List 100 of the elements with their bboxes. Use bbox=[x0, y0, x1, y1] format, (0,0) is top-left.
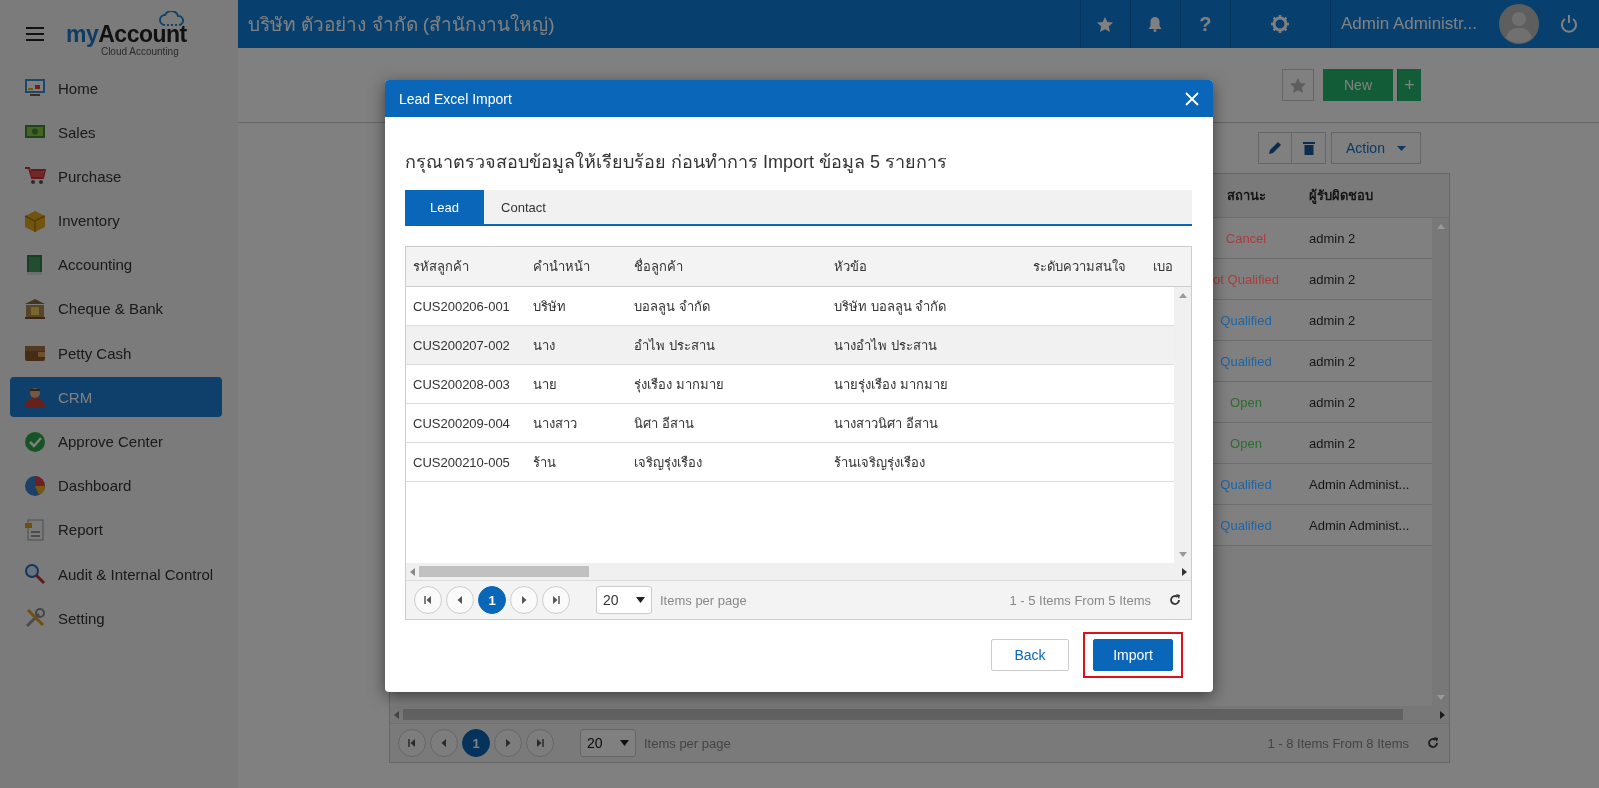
action-button[interactable]: Action bbox=[1331, 132, 1421, 164]
caret-down-icon bbox=[620, 740, 629, 746]
table-cell-text: Admin Administ... bbox=[1308, 476, 1411, 492]
sidebar-item[interactable]: Report bbox=[10, 509, 222, 550]
power-icon[interactable] bbox=[1561, 15, 1577, 33]
tab[interactable]: Contact bbox=[484, 190, 563, 224]
user-name[interactable]: Admin Administr... bbox=[1340, 14, 1477, 34]
table-cell-text: นิศา อีสาน bbox=[633, 414, 695, 433]
table-cell-text: admin 2 bbox=[1308, 271, 1357, 287]
sidebar-item[interactable]: Accounting bbox=[10, 244, 222, 285]
table-cell-text: อำไพ ประสาน bbox=[633, 336, 716, 355]
favorite-button[interactable] bbox=[1282, 69, 1314, 101]
table-cell-text: บริษัท bbox=[532, 297, 567, 316]
page-size-dropdown[interactable]: 20 bbox=[580, 729, 636, 757]
delete-button[interactable] bbox=[1292, 132, 1326, 164]
first-icon bbox=[407, 738, 417, 748]
scroll-left-icon bbox=[394, 710, 399, 719]
sidebar-item[interactable]: Purchase bbox=[10, 156, 222, 197]
bell-icon[interactable] bbox=[1148, 16, 1163, 32]
menu-icon[interactable] bbox=[26, 27, 44, 41]
import-button[interactable]: Import bbox=[1093, 639, 1173, 671]
sidebar-item[interactable]: Petty Cash bbox=[10, 333, 222, 374]
pager-previous-button[interactable] bbox=[430, 729, 458, 757]
status-cell-text: Qualified bbox=[1219, 353, 1273, 369]
sidebar-item[interactable]: Dashboard bbox=[10, 465, 222, 506]
pager-next-button[interactable] bbox=[510, 586, 538, 614]
avatar-icon[interactable] bbox=[1499, 4, 1539, 44]
pager-last-button[interactable] bbox=[542, 586, 570, 614]
page-size-dropdown[interactable]: 20 bbox=[596, 586, 652, 614]
status-cell-text: Qualified bbox=[1219, 312, 1273, 328]
dialog-title: Lead Excel Import bbox=[399, 90, 512, 107]
logo[interactable]: myAccount Cloud Accounting bbox=[66, 11, 187, 57]
previous-icon bbox=[455, 595, 465, 605]
check-circle-icon bbox=[24, 430, 46, 453]
scroll-left-icon bbox=[410, 567, 415, 576]
caret-down-icon bbox=[636, 597, 645, 603]
scroll-down-icon bbox=[1436, 695, 1445, 700]
sidebar-item[interactable]: Cheque & Bank bbox=[10, 288, 222, 329]
sidebar-item[interactable]: Home bbox=[10, 68, 222, 108]
pager-previous-button[interactable] bbox=[446, 586, 474, 614]
tab[interactable]: Lead bbox=[405, 190, 484, 224]
scroll-up-icon bbox=[1178, 293, 1187, 298]
status-cell-text: Open bbox=[1229, 394, 1263, 410]
column-header: ผู้รับผิดชอบ bbox=[1308, 187, 1374, 206]
table-cell-text: CUS200209-004 bbox=[412, 415, 511, 431]
column-header: สถานะ bbox=[1225, 187, 1267, 205]
column-header: หัวข้อ bbox=[833, 258, 868, 276]
next-icon bbox=[503, 738, 513, 748]
sidebar-item[interactable]: Sales bbox=[10, 112, 222, 153]
pager-next-button[interactable] bbox=[494, 729, 522, 757]
tools-icon bbox=[24, 607, 46, 630]
last-icon bbox=[551, 595, 561, 605]
page-button[interactable]: 1 bbox=[462, 729, 490, 757]
cloud-icon bbox=[158, 11, 185, 27]
star-icon[interactable] bbox=[1097, 16, 1114, 32]
refresh-icon[interactable] bbox=[1169, 594, 1181, 606]
column-header: เบอ bbox=[1152, 258, 1174, 276]
brand-name: myAccount bbox=[66, 22, 187, 46]
first-icon bbox=[423, 595, 433, 605]
status-cell-text: ot Qualified bbox=[1212, 271, 1280, 287]
table-cell-text: Admin Administ... bbox=[1308, 517, 1411, 533]
status-cell-text: Cancel bbox=[1224, 230, 1268, 246]
box-icon bbox=[24, 209, 46, 232]
sidebar-item[interactable]: Approve Center bbox=[10, 421, 222, 462]
pager-first-button[interactable] bbox=[414, 586, 442, 614]
sidebar-item[interactable]: Setting bbox=[10, 598, 222, 639]
settings-icon[interactable] bbox=[1271, 15, 1290, 33]
close-icon[interactable] bbox=[1185, 91, 1199, 106]
vertical-scrollbar[interactable] bbox=[1174, 287, 1191, 563]
vertical-scrollbar[interactable] bbox=[1432, 218, 1449, 706]
table-cell-text: ร้าน bbox=[532, 453, 557, 472]
table-cell-text: รุ่งเรือง มากมาย bbox=[633, 375, 725, 395]
sidebar-item[interactable]: CRM bbox=[10, 377, 222, 418]
edit-button[interactable] bbox=[1258, 132, 1292, 164]
sidebar-item[interactable]: Inventory bbox=[10, 200, 222, 241]
column-header: ชื่อลูกค้า bbox=[633, 257, 684, 277]
page-button[interactable]: 1 bbox=[478, 586, 506, 614]
status-cell-text: Open bbox=[1229, 435, 1263, 451]
next-icon bbox=[519, 595, 529, 605]
table-cell-text: นางสาว bbox=[532, 414, 578, 433]
table-cell-text: CUS200207-002 bbox=[412, 337, 511, 353]
table-cell-text: admin 2 bbox=[1308, 394, 1357, 410]
table-cell-text: นาง bbox=[532, 336, 556, 355]
back-button[interactable]: Back bbox=[991, 639, 1069, 671]
table-cell-text: admin 2 bbox=[1308, 230, 1357, 246]
magnifier-icon bbox=[24, 563, 46, 586]
previous-icon bbox=[439, 738, 449, 748]
table-cell-text: CUS200210-005 bbox=[412, 454, 511, 470]
sidebar-item[interactable]: Audit & Internal Control bbox=[10, 554, 222, 595]
document-icon bbox=[24, 518, 46, 541]
caret-down-icon bbox=[1396, 145, 1406, 151]
pager-first-button[interactable] bbox=[398, 729, 426, 757]
table-row[interactable]: CUS200207-002 นาง อำไพ ประสาน นางอำไพ ประสาน bbox=[406, 326, 1174, 365]
table-cell-text: ร้านเจริญรุ่งเรือง bbox=[833, 453, 926, 473]
scroll-right-icon bbox=[1440, 710, 1445, 719]
column-header: คำนำหน้า bbox=[532, 258, 591, 276]
pager-last-button[interactable] bbox=[526, 729, 554, 757]
horizontal-scrollbar[interactable] bbox=[390, 706, 1449, 723]
horizontal-scrollbar[interactable] bbox=[406, 563, 1191, 580]
instruction-text: กรุณาตรวจสอบข้อมูลให้เรียบร้อย ก่อนทำการ Import ข้อมูล 5 รายการ bbox=[405, 150, 949, 175]
